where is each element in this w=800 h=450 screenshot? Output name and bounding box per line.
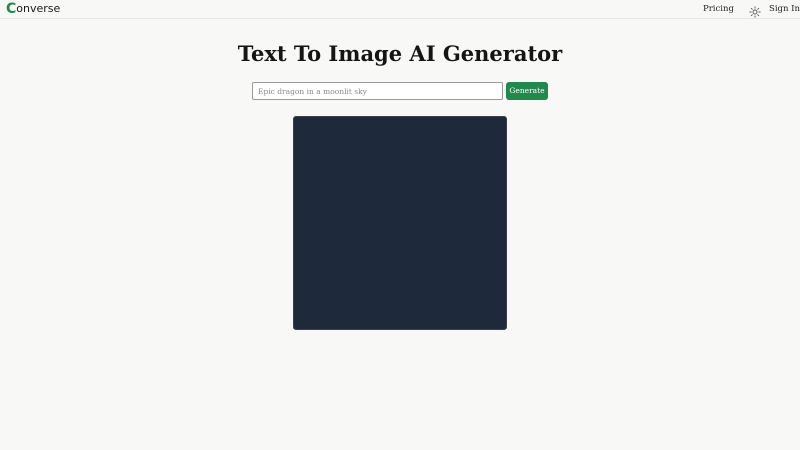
- generated-image-canvas: [293, 116, 507, 330]
- logo-text: onverse: [16, 2, 61, 15]
- top-nav-bar: Converse Pricing Sign In: [0, 0, 800, 19]
- sun-icon[interactable]: [749, 3, 761, 18]
- generate-button[interactable]: Generate: [506, 82, 548, 100]
- brand-logo[interactable]: Converse: [6, 1, 60, 17]
- nav-link-sign-in[interactable]: Sign In: [769, 3, 800, 15]
- nav-link-pricing[interactable]: Pricing: [703, 3, 734, 15]
- page-title: Text To Image AI Generator: [237, 41, 563, 66]
- prompt-input[interactable]: [252, 82, 503, 100]
- logo-initial: C: [6, 1, 17, 17]
